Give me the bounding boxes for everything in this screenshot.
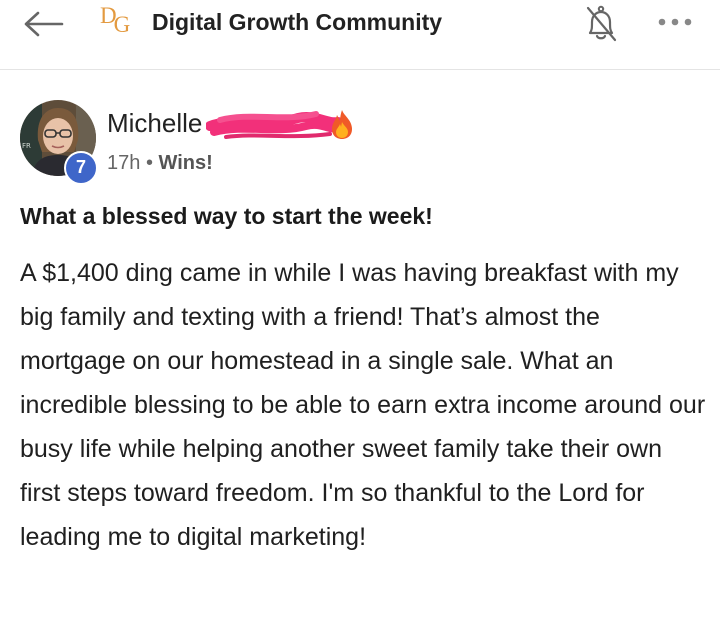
post-title: What a blessed way to start the week! [20, 203, 433, 229]
post-meta: 17h • Wins! [107, 152, 213, 175]
author-name[interactable]: Michelle [107, 108, 202, 139]
more-horizontal-icon [658, 18, 692, 26]
notification-toggle-button[interactable] [584, 4, 618, 44]
more-options-button[interactable] [655, 10, 695, 34]
redaction-scribble [205, 106, 360, 142]
community-name: Digital Growth Community [152, 9, 443, 35]
post-category[interactable]: Wins! [159, 152, 213, 174]
back-button[interactable] [22, 10, 66, 38]
level-badge: 7 [64, 151, 98, 185]
meta-separator: • [145, 152, 153, 174]
arrow-left-icon [24, 11, 64, 37]
community-logo: DG [100, 3, 130, 37]
svg-text:FR: FR [22, 142, 31, 150]
post-body: A $1,400 ding came in while I was having… [20, 259, 706, 551]
post-time: 17h [107, 152, 141, 174]
top-app-bar: DG Digital Growth Community [0, 0, 720, 70]
fire-icon [332, 110, 352, 139]
bell-off-icon [586, 5, 617, 42]
